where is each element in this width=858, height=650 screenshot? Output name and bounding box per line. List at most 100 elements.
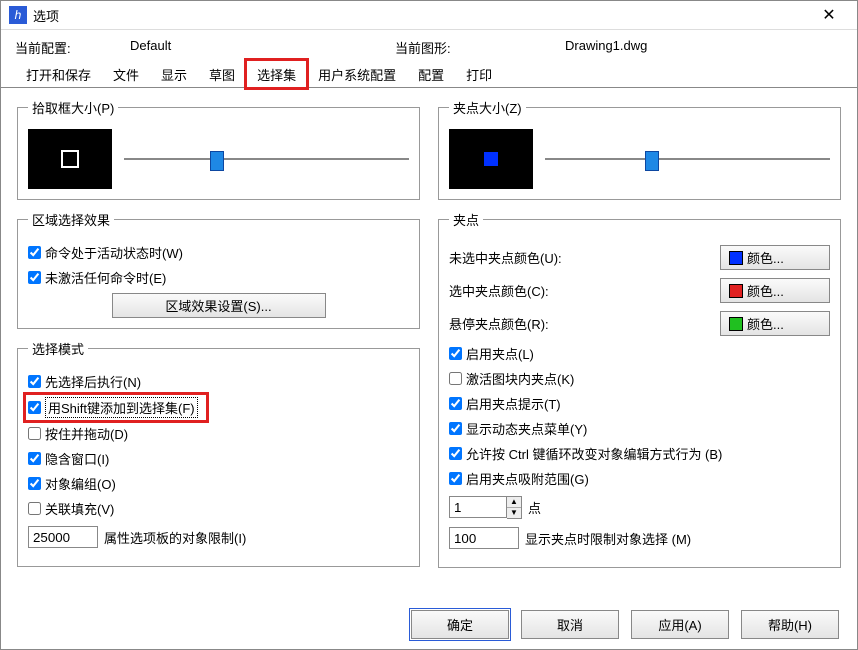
select-mode-press_drag[interactable]: 按住并拖动(D) [28,424,409,443]
region-effect-not-active-checkbox[interactable] [28,271,41,284]
tab-6[interactable]: 配置 [407,60,455,88]
ok-button[interactable]: 确定 [411,610,509,639]
unselected-grip-color-label: 未选中夹点颜色(U): [449,248,720,267]
select-mode-assoc_hatch[interactable]: 关联填充(V) [28,499,409,518]
grips-ctrl_cycle-checkbox[interactable] [449,447,462,460]
selected-grip-color-label: 选中夹点颜色(C): [449,281,720,300]
grip-preview [449,129,533,189]
unselected-grip-color-button[interactable]: 颜色... [720,245,830,270]
grips-ctrl_cycle[interactable]: 允许按 Ctrl 键循环改变对象编辑方式行为 (B) [449,444,830,463]
grip-point-input[interactable] [449,496,507,518]
grips-ctrl_cycle-label: 允许按 Ctrl 键循环改变对象编辑方式行为 (B) [466,444,722,463]
selected-grip-color-button[interactable]: 颜色... [720,278,830,303]
region-effect-settings-button[interactable]: 区域效果设置(S)... [112,293,326,318]
select-mode-object_group-checkbox[interactable] [28,477,41,490]
window-title: 选项 [33,6,809,25]
grips-dynamic_menu[interactable]: 显示动态夹点菜单(Y) [449,419,830,438]
grip-display-limit-input[interactable] [449,527,519,549]
tab-3[interactable]: 草图 [198,60,246,88]
grip-point-spinner[interactable]: ▲ ▼ [507,496,522,519]
grip-display-limit-row: 显示夹点时限制对象选择 (M) [449,527,830,549]
grips-grips_in_block-checkbox[interactable] [449,372,462,385]
cancel-button[interactable]: 取消 [521,610,619,639]
pickbox-preview-icon [61,150,79,168]
grips-grips_in_block[interactable]: 激活图块内夹点(K) [449,369,830,388]
select-mode-group: 选择模式 先选择后执行(N)用Shift键添加到选择集(F)按住并拖动(D)隐含… [17,339,420,567]
grips-enable_grips[interactable]: 启用夹点(L) [449,344,830,363]
pickbox-slider[interactable] [124,149,409,169]
spinner-up-icon[interactable]: ▲ [507,497,521,508]
unselected-grip-color-row: 未选中夹点颜色(U): 颜色... [449,245,830,270]
current-drawing-value: Drawing1.dwg [565,38,647,57]
region-effect-cmd-active-label: 命令处于活动状态时(W) [45,243,183,262]
app-icon: h [9,6,27,24]
select-mode-limit-row: 属性选项板的对象限制(I) [28,526,409,548]
grips-grip_snap[interactable]: 启用夹点吸附范围(G) [449,469,830,488]
left-column: 拾取框大小(P) 区域选择效果 命令处于活动状态时(W) [15,98,422,568]
hover-grip-swatch-icon [729,317,743,331]
grip-preview-icon [484,152,498,166]
select-mode-shift_add[interactable]: 用Shift键添加到选择集(F) [28,397,204,418]
select-mode-assoc_hatch-checkbox[interactable] [28,502,41,515]
close-icon[interactable]: ✕ [809,5,849,25]
tab-0[interactable]: 打开和保存 [15,60,102,88]
grip-slider[interactable] [545,149,830,169]
apply-button[interactable]: 应用(A) [631,610,729,639]
region-effect-cmd-active[interactable]: 命令处于活动状态时(W) [28,243,409,262]
select-mode-press_drag-checkbox[interactable] [28,427,41,440]
current-profile-value: Default [130,38,395,57]
tab-2[interactable]: 显示 [150,60,198,88]
tab-5[interactable]: 用户系统配置 [307,60,407,88]
dialog-footer: 确定 取消 应用(A) 帮助(H) [411,610,839,639]
grip-point-label: 点 [528,498,541,517]
current-drawing-label: 当前图形: [395,38,565,57]
spinner-down-icon[interactable]: ▼ [507,508,521,518]
selected-grip-swatch-icon [729,284,743,298]
current-profile-label: 当前配置: [15,38,130,57]
grip-size-legend: 夹点大小(Z) [449,98,526,117]
grips-legend: 夹点 [449,210,483,229]
profile-info-row: 当前配置: Default 当前图形: Drawing1.dwg [1,30,857,61]
right-column: 夹点大小(Z) 夹点 未选中夹点颜色(U): [436,98,843,568]
selected-grip-color-row: 选中夹点颜色(C): 颜色... [449,278,830,303]
select-mode-object_group[interactable]: 对象编组(O) [28,474,409,493]
help-button[interactable]: 帮助(H) [741,610,839,639]
select-mode-assoc_hatch-label: 关联填充(V) [45,499,114,518]
select-mode-shift_add-label: 用Shift键添加到选择集(F) [45,397,198,418]
attr-palette-limit-label: 属性选项板的对象限制(I) [104,528,246,547]
hover-grip-color-row: 悬停夹点颜色(R): 颜色... [449,311,830,336]
select-mode-object_group-label: 对象编组(O) [45,474,116,493]
tab-7[interactable]: 打印 [455,60,503,88]
hover-grip-color-button[interactable]: 颜色... [720,311,830,336]
grips-enable_grips-checkbox[interactable] [449,347,462,360]
region-effect-not-active[interactable]: 未激活任何命令时(E) [28,268,409,287]
grips-grip_snap-label: 启用夹点吸附范围(G) [466,469,589,488]
grip-size-group: 夹点大小(Z) [438,98,841,200]
pickbox-size-legend: 拾取框大小(P) [28,98,118,117]
tab-4[interactable]: 选择集 [246,60,307,88]
region-effect-group: 区域选择效果 命令处于活动状态时(W) 未激活任何命令时(E) 区域效果设置(S… [17,210,420,329]
grips-group: 夹点 未选中夹点颜色(U): 颜色... 选中夹点颜色(C): 颜色... [438,210,841,568]
select-mode-implied_window-checkbox[interactable] [28,452,41,465]
dialog-body: 拾取框大小(P) 区域选择效果 命令处于活动状态时(W) [1,88,857,578]
select-mode-implied_window[interactable]: 隐含窗口(I) [28,449,409,468]
grips-grip_tips-label: 启用夹点提示(T) [466,394,561,413]
grips-dynamic_menu-checkbox[interactable] [449,422,462,435]
tab-1[interactable]: 文件 [102,60,150,88]
grip-display-limit-label: 显示夹点时限制对象选择 (M) [525,529,691,548]
grips-grip_tips[interactable]: 启用夹点提示(T) [449,394,830,413]
region-effect-not-active-label: 未激活任何命令时(E) [45,268,166,287]
grips-grip_snap-checkbox[interactable] [449,472,462,485]
select-mode-noun_verb-checkbox[interactable] [28,375,41,388]
region-effect-cmd-active-checkbox[interactable] [28,246,41,259]
select-mode-shift_add-checkbox[interactable] [28,401,41,414]
grips-enable_grips-label: 启用夹点(L) [466,344,534,363]
pickbox-size-group: 拾取框大小(P) [17,98,420,200]
hover-grip-color-label: 悬停夹点颜色(R): [449,314,720,333]
attr-palette-limit-input[interactable] [28,526,98,548]
region-effect-legend: 区域选择效果 [28,210,114,229]
select-mode-noun_verb-label: 先选择后执行(N) [45,372,141,391]
grips-grip_tips-checkbox[interactable] [449,397,462,410]
select-mode-noun_verb[interactable]: 先选择后执行(N) [28,372,409,391]
titlebar: h 选项 ✕ [1,1,857,30]
